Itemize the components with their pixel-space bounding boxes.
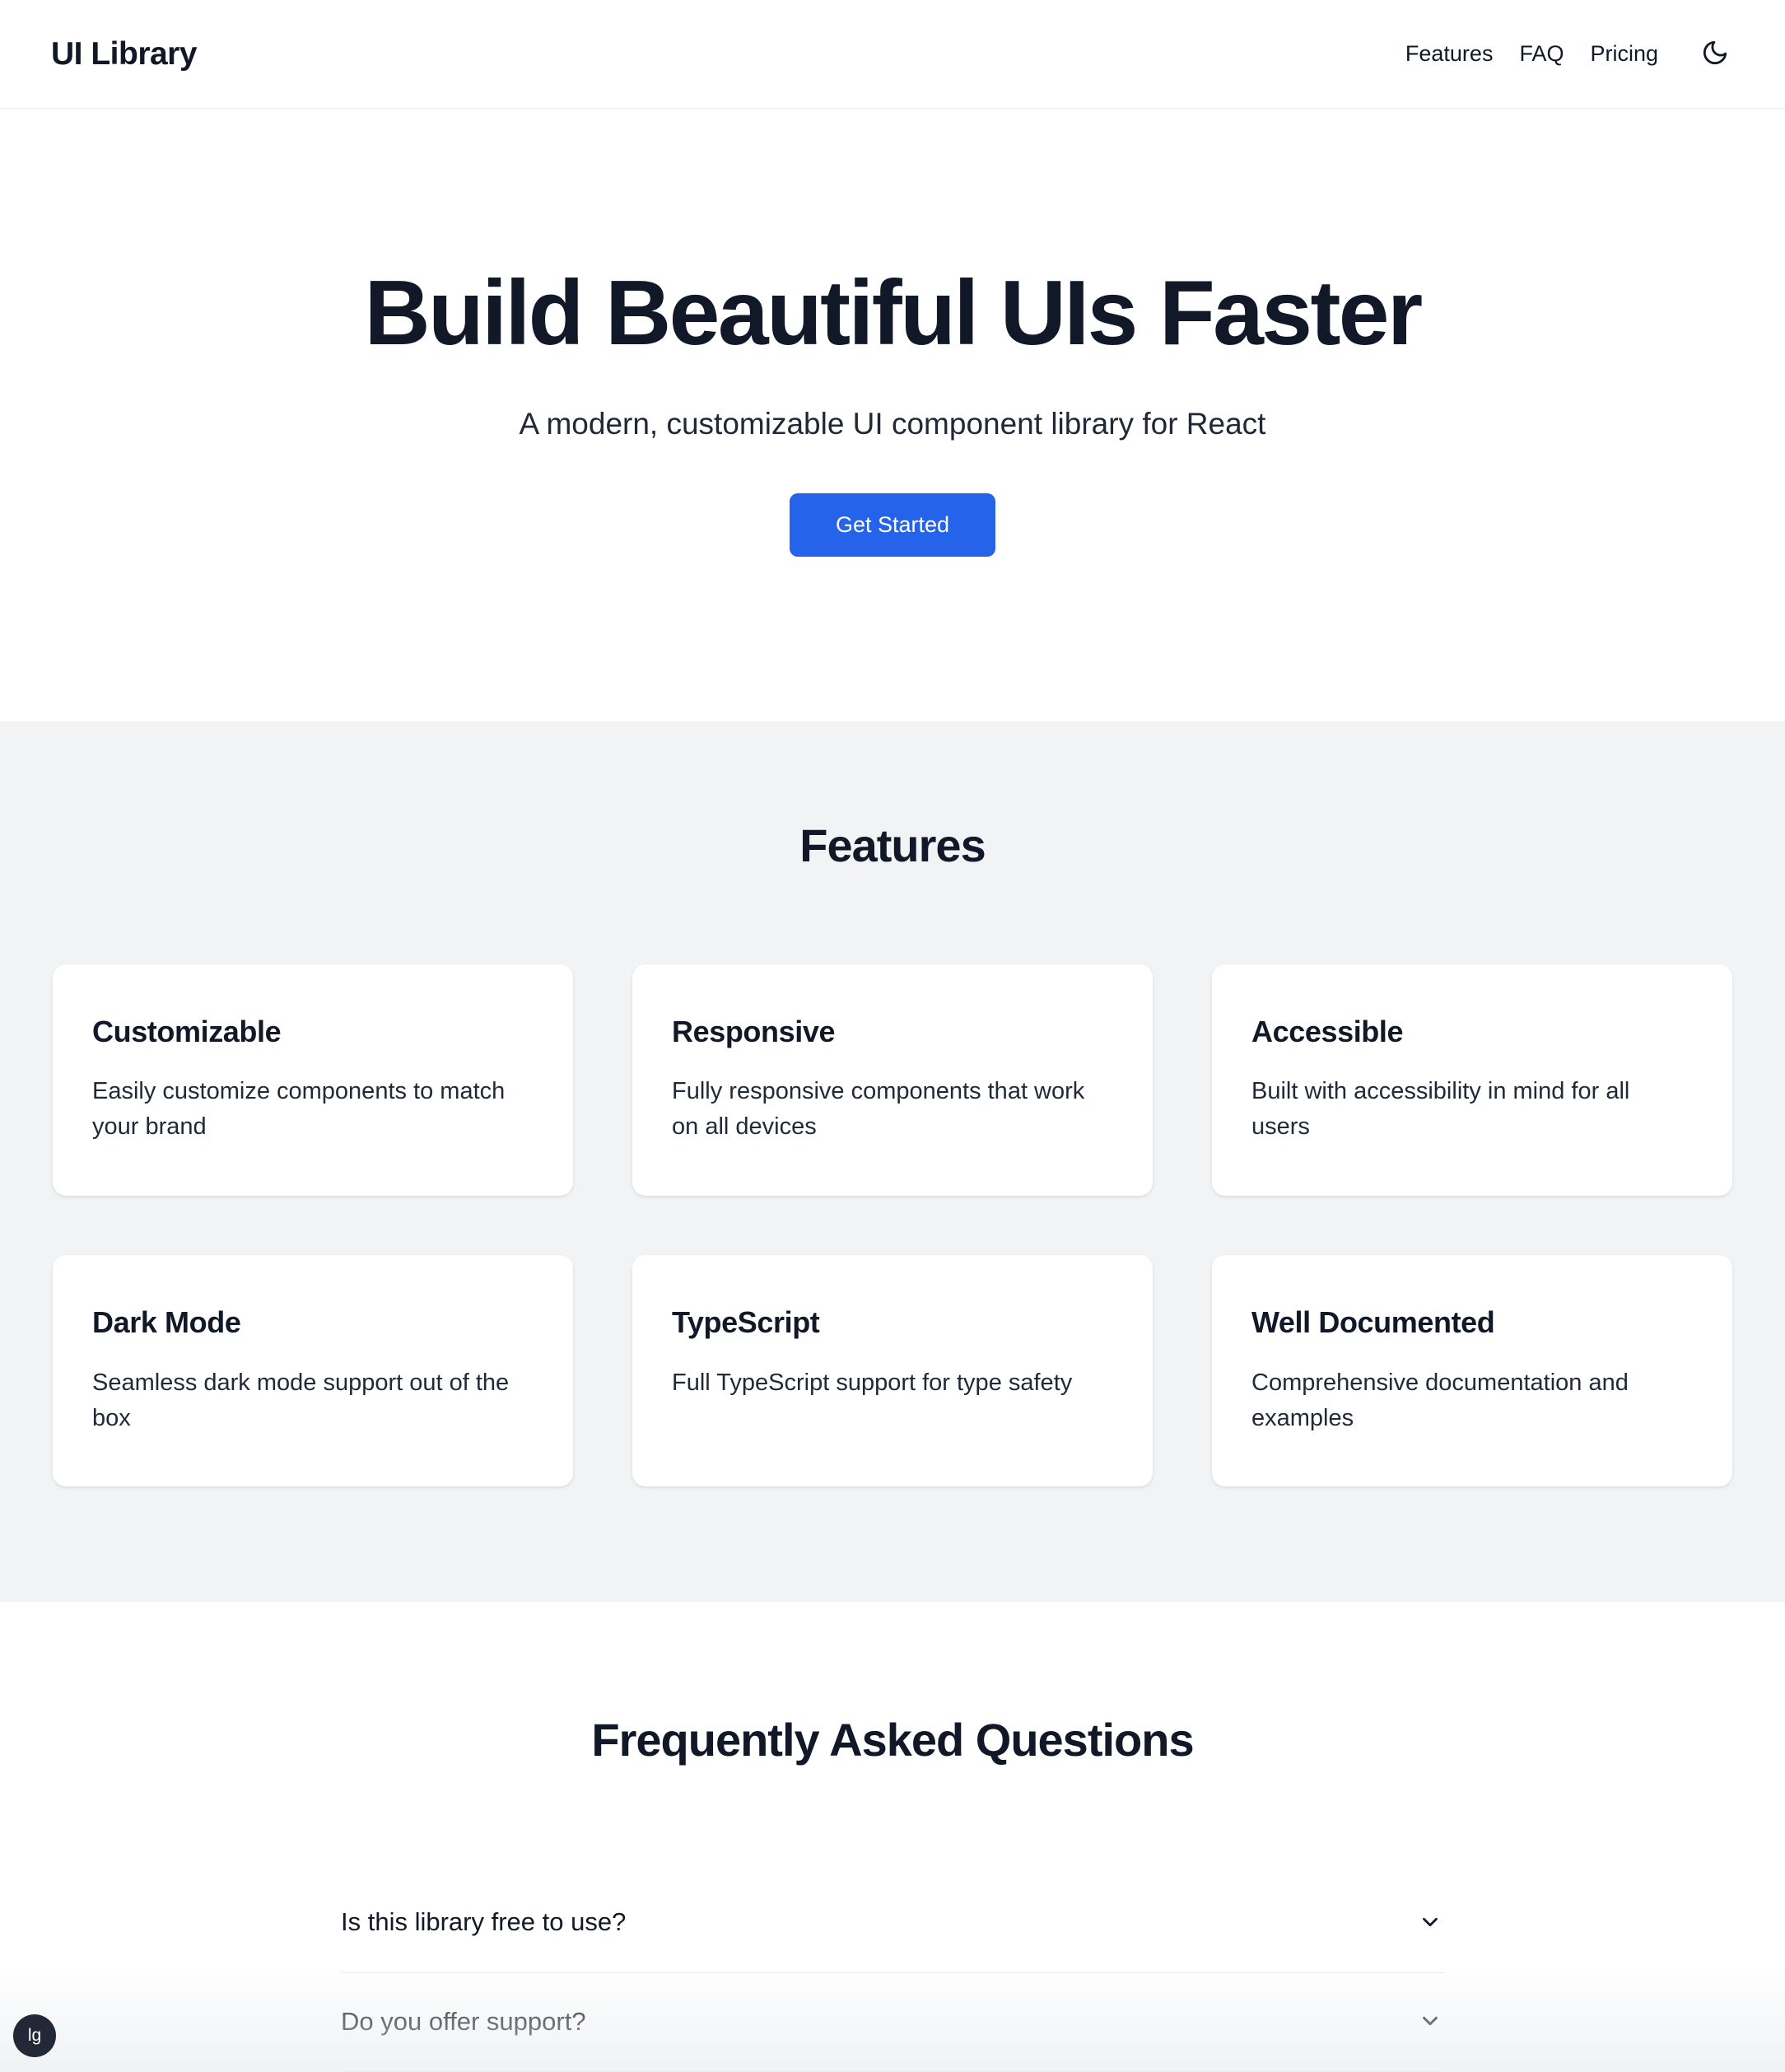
faq-section: Frequently Asked Questions Is this libra…: [0, 1602, 1785, 2072]
faq-question: Is this library free to use?: [341, 1907, 627, 1937]
feature-card-description: Comprehensive documentation and examples: [1251, 1369, 1629, 1431]
hero-cta-wrapper: Get Started: [49, 492, 1736, 557]
features-grid: Customizable Easily customize components…: [53, 964, 1732, 1487]
feature-card-title: TypeScript: [672, 1305, 820, 1340]
feature-card-title: Dark Mode: [92, 1305, 241, 1340]
main-nav: Features FAQ Pricing: [1392, 35, 1734, 73]
feature-card-description: Full TypeScript support for type safety: [672, 1369, 1073, 1396]
feature-card: Responsive Fully responsive components t…: [632, 964, 1153, 1197]
faq-item[interactable]: Do you offer support?: [341, 1973, 1444, 2072]
nav-link-faq[interactable]: FAQ: [1506, 43, 1577, 65]
hero-section: Build Beautiful UIs Faster A modern, cus…: [0, 109, 1785, 721]
faq-question: Do you offer support?: [341, 2006, 586, 2036]
brand-logo[interactable]: UI Library: [51, 38, 198, 70]
feature-card-title: Well Documented: [1251, 1305, 1495, 1340]
feature-card: Well Documented Comprehensive documentat…: [1212, 1255, 1732, 1487]
feature-card: Accessible Built with accessibility in m…: [1212, 964, 1732, 1197]
feature-card-description: Fully responsive components that work on…: [672, 1078, 1085, 1141]
feature-card: Customizable Easily customize components…: [53, 964, 573, 1197]
hero-subtitle: A modern, customizable UI component libr…: [519, 406, 1266, 441]
moon-icon: [1701, 39, 1729, 69]
feature-card-description: Easily customize components to match you…: [92, 1078, 506, 1141]
feature-card-description: Seamless dark mode support out of the bo…: [92, 1369, 510, 1431]
features-section: Features Customizable Easily customize c…: [0, 721, 1785, 1603]
theme-toggle-button[interactable]: [1696, 35, 1734, 73]
chevron-down-icon[interactable]: [1416, 2007, 1444, 2035]
site-header: UI Library Features FAQ Pricing: [0, 0, 1785, 109]
nav-link-pricing[interactable]: Pricing: [1577, 43, 1671, 65]
page-title: Build Beautiful UIs Faster: [364, 262, 1423, 364]
features-heading: Features: [799, 819, 986, 871]
feature-card: Dark Mode Seamless dark mode support out…: [53, 1255, 573, 1487]
feature-card-description: Built with accessibility in mind for all…: [1251, 1078, 1630, 1141]
faq-item[interactable]: Is this library free to use?: [341, 1874, 1444, 1973]
faq-list: Is this library free to use? Do you offe…: [341, 1874, 1444, 2072]
feature-card-title: Customizable: [92, 1014, 282, 1048]
nav-link-features[interactable]: Features: [1392, 43, 1507, 65]
feature-card-title: Accessible: [1251, 1014, 1404, 1048]
feature-card: TypeScript Full TypeScript support for t…: [632, 1255, 1153, 1487]
page-root: UI Library Features FAQ Pricing Build Be…: [0, 0, 1785, 2072]
get-started-button[interactable]: Get Started: [789, 492, 996, 557]
faq-heading: Frequently Asked Questions: [591, 1714, 1194, 1766]
breakpoint-size-badge: lg: [13, 2014, 56, 2057]
chevron-down-icon[interactable]: [1416, 1908, 1444, 1936]
feature-card-title: Responsive: [672, 1014, 836, 1048]
